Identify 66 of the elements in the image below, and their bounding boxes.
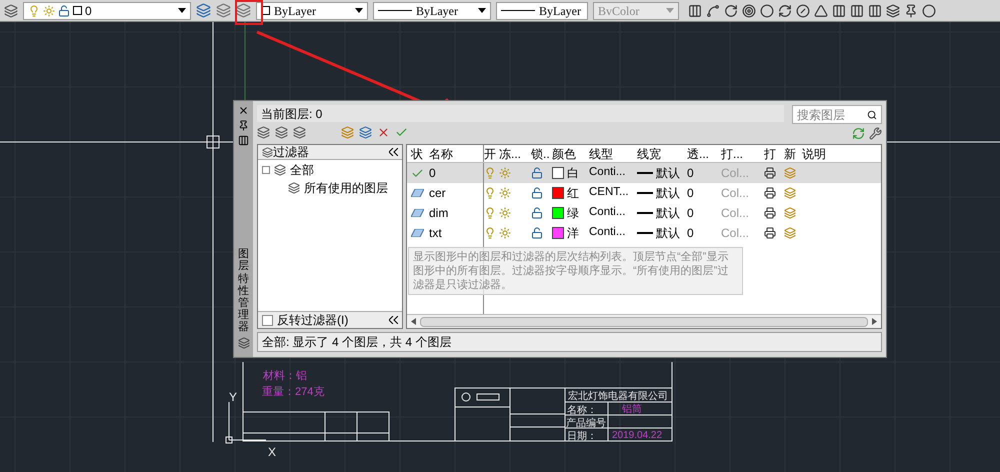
- weight-text: 重量：274克: [262, 385, 324, 400]
- column-header[interactable]: 状: [411, 144, 423, 162]
- axis-label: X: [268, 444, 276, 461]
- plot-style: Col...: [721, 165, 750, 182]
- column-header[interactable]: 颜色: [552, 144, 576, 162]
- date-value: 2019.04.22: [612, 429, 662, 443]
- dropdown[interactable]: ByLayer: [496, 2, 588, 20]
- tree-item[interactable]: 全部: [290, 161, 314, 179]
- material-text: 材料：铝: [263, 369, 307, 384]
- lineweight: 默认: [656, 225, 680, 242]
- color-name: 洋: [567, 225, 579, 242]
- layer-dropdown[interactable]: 0: [23, 2, 191, 20]
- column-header[interactable]: 打...: [721, 144, 744, 162]
- dropdown-value: BvColor: [598, 2, 640, 20]
- column-header[interactable]: 冻...: [499, 144, 522, 162]
- column-header[interactable]: 透...: [687, 144, 710, 162]
- tooltip-text: 显示图形中的图层和过滤器的层次结构列表。顶层节点“全部”显示图形中的所有图层。过滤器按字母顺序显示。“所有使用的图层”过滤器是只读过滤器。: [413, 250, 730, 292]
- lineweight: 默认: [656, 185, 680, 202]
- transparency: 0: [687, 205, 694, 222]
- tree-item[interactable]: 所有使用的图层: [304, 179, 388, 197]
- status-text: 全部: 显示了 4 个图层，共 4 个图层: [262, 334, 452, 351]
- color-name: 绿: [567, 205, 579, 222]
- column-header[interactable]: 说明: [802, 144, 826, 162]
- current-layer-label: 当前图层: 0: [257, 105, 784, 122]
- filter-heading: 过滤器: [273, 144, 309, 161]
- plot-style: Col...: [721, 185, 750, 202]
- linetype: Conti...: [589, 165, 626, 180]
- column-header[interactable]: 名称: [429, 144, 453, 162]
- checkbox-label: 反转过滤器(I): [277, 312, 348, 329]
- linetype: CENT...: [589, 185, 629, 200]
- column-header[interactable]: 打: [764, 144, 776, 162]
- palette-title: 图层特性管理器: [238, 248, 249, 333]
- lineweight: 默认: [656, 165, 680, 182]
- linetype: Conti...: [589, 205, 626, 220]
- dropdown-value: ByLayer: [274, 2, 316, 20]
- transparency: 0: [687, 225, 694, 242]
- column-header[interactable]: 线型: [589, 144, 613, 162]
- dropdown-value: ByLayer: [539, 2, 581, 20]
- plot-style: Col...: [721, 225, 750, 242]
- layer-name: 0: [429, 165, 436, 182]
- transparency: 0: [687, 185, 694, 202]
- layer-name: txt: [429, 225, 442, 242]
- date-label: 日期：: [567, 430, 597, 444]
- column-header[interactable]: 开: [484, 144, 496, 162]
- column-header[interactable]: 锁..: [531, 144, 550, 162]
- column-header[interactable]: 线宽: [637, 144, 661, 162]
- product-number-label: 产品编号: [566, 416, 606, 430]
- name-value: 铝筒: [622, 403, 642, 417]
- company-name: 宏北灯饰电器有限公司: [568, 390, 668, 404]
- transparency: 0: [687, 165, 694, 182]
- dropdown[interactable]: ByLayer: [373, 2, 491, 20]
- layer-row[interactable]: 0 白 Conti... 默认 0 Col...: [407, 163, 881, 183]
- color-name: 红: [567, 185, 579, 202]
- name-label: 名称：: [567, 404, 597, 418]
- search-field[interactable]: 搜索图层: [792, 105, 882, 124]
- linetype: Conti...: [589, 225, 626, 240]
- lineweight: 默认: [656, 205, 680, 222]
- layer-name: 0: [85, 2, 92, 20]
- dropdown[interactable]: ByLayer: [256, 2, 368, 20]
- layer-name: cer: [429, 185, 446, 202]
- color-name: 白: [567, 165, 579, 182]
- column-header[interactable]: 新: [784, 144, 796, 162]
- axis-label: Y: [229, 389, 238, 406]
- layer-name: dim: [429, 205, 448, 222]
- plot-style: Col...: [721, 205, 750, 222]
- dropdown-value: ByLayer: [416, 2, 458, 20]
